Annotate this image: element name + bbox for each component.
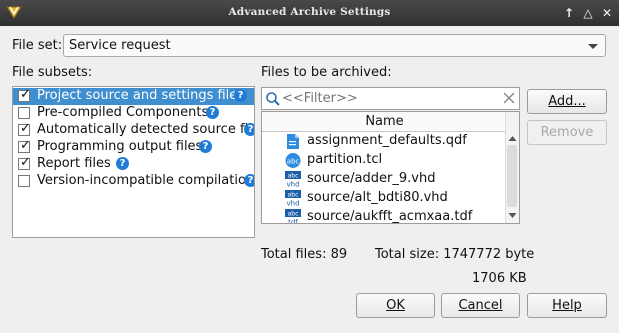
subset-checkbox[interactable]: ✓ [18,155,31,170]
size-kb-text: 1706 KB [472,271,527,286]
file-row[interactable]: abc vhd source/adder_9.vhd [262,170,507,189]
help-icon[interactable]: ? [244,123,254,136]
file-subsets-list[interactable]: ✓ Project source and settings files ? Pr… [12,86,255,238]
file-name: assignment_defaults.qdf [307,133,467,148]
help-icon[interactable]: ? [206,106,219,119]
vhd-file-icon: abc vhd [285,190,301,207]
help-button-label: Help [552,298,582,313]
archive-file-list[interactable]: Name assignment_defaults.qdf abc partiti… [261,111,520,224]
cancel-button[interactable]: Cancel [441,293,520,318]
file-row[interactable]: assignment_defaults.qdf [262,132,507,151]
scroll-down-icon[interactable] [508,212,517,219]
subset-checkbox[interactable]: ✓ [18,138,31,153]
file-set-value: Service request [69,38,171,53]
file-name: source/alt_bdti80.vhd [307,190,448,205]
help-button[interactable]: Help [527,293,607,318]
help-icon[interactable]: ? [199,140,212,153]
svg-text:abc: abc [288,192,299,199]
remove-button[interactable]: Remove [527,120,607,145]
help-icon[interactable]: ? [234,89,247,102]
svg-text:abc: abc [288,211,299,218]
svg-text:abc: abc [288,173,299,180]
add-button[interactable]: Add... [527,89,607,114]
add-button-label: Add... [548,94,586,109]
file-set-dropdown[interactable]: Service request [63,34,606,57]
file-subsets-label: File subsets: [12,65,93,80]
total-size-text: Total size: 1747772 byte [375,247,535,262]
column-name-label: Name [365,114,404,129]
subset-label: Version-incompatible compilation [37,173,255,188]
help-icon[interactable]: ? [116,157,129,170]
search-icon [266,92,280,106]
title-bar: Advanced Archive Settings ↑ △ ✕ [0,0,619,26]
filter-box[interactable] [261,87,520,110]
subset-checkbox[interactable]: ✓ [18,121,31,136]
scroll-up-icon[interactable] [508,135,517,142]
vhd-file-icon: abc vhd [285,171,301,188]
vertical-scrollbar[interactable] [505,112,519,223]
name-column-header[interactable]: Name [262,112,507,132]
subset-label: Programming output files [37,139,203,154]
filter-input[interactable] [282,89,492,107]
ok-button[interactable]: OK [356,293,435,318]
remove-button-label: Remove [540,125,594,140]
document-icon [287,134,299,149]
subset-label: Automatically detected source file [37,122,255,137]
subset-item-version-incompatible[interactable]: Version-incompatible compilation ? [13,173,254,190]
svg-text:tdf: tdf [288,219,298,225]
file-row[interactable]: abc vhd source/alt_bdti80.vhd [262,189,507,208]
subset-label: Report files [37,156,111,171]
file-name: partition.tcl [307,152,383,167]
tdf-file-icon: abc tdf [285,209,301,225]
ok-button-label: OK [386,298,405,313]
subset-item-auto-detected[interactable]: ✓ Automatically detected source file ? [13,121,255,139]
clear-filter-icon[interactable] [502,91,516,105]
scrollbar-thumb[interactable] [507,145,517,207]
subset-checkbox[interactable] [18,175,30,187]
file-set-label: File set: [12,38,63,53]
subset-checkbox[interactable]: ✓ [18,87,31,102]
svg-text:vhd: vhd [286,200,299,208]
help-icon[interactable]: ? [244,174,254,187]
subset-item-precompiled[interactable]: Pre-compiled Components ? [13,105,254,122]
svg-text:abc: abc [287,158,300,166]
file-name: source/adder_9.vhd [307,171,436,186]
file-row[interactable]: abc partition.tcl [262,151,507,170]
subset-checkbox[interactable] [18,107,30,119]
file-row[interactable]: abc tdf source/aukfft_acmxaa.tdf [262,208,507,225]
subset-item-programming-output[interactable]: ✓ Programming output files ? [13,138,254,156]
subset-label: Pre-compiled Components [37,105,209,120]
total-files-text: Total files: 89 [261,247,348,262]
keep-above-icon[interactable]: ↑ [561,5,577,21]
file-name: source/aukfft_acmxaa.tdf [307,209,473,224]
files-to-archive-label: Files to be archived: [261,65,392,80]
window-title: Advanced Archive Settings [228,6,391,18]
tcl-script-icon: abc [285,153,301,168]
close-icon[interactable]: ✕ [599,5,615,21]
subset-label: Project source and settings files [37,88,245,103]
maximize-icon[interactable]: △ [580,5,596,21]
cancel-button-label: Cancel [458,298,503,313]
svg-text:vhd: vhd [286,181,299,189]
subset-item-report-files[interactable]: ✓ Report files ? [13,155,254,173]
chevron-down-icon [588,44,598,49]
subset-item-project-source[interactable]: ✓ Project source and settings files ? [13,87,254,105]
